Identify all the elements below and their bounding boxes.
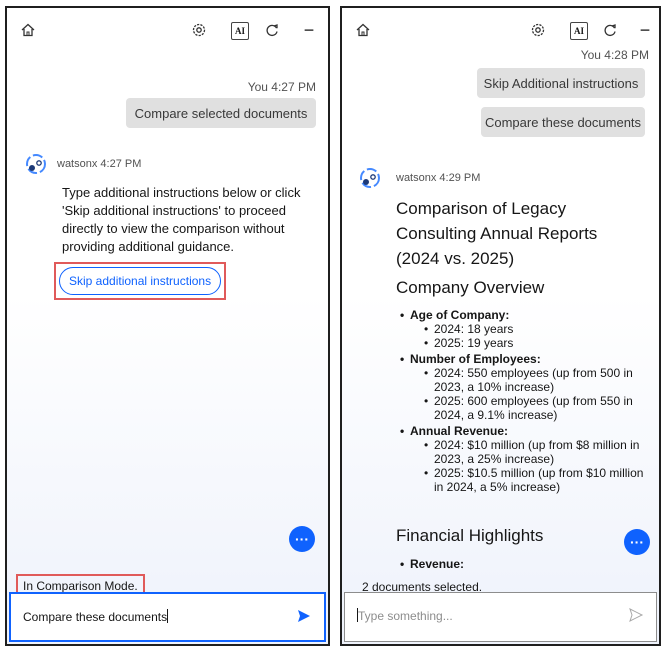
user-timestamp: You 4:27 PM xyxy=(247,80,316,94)
top-bar: AI − xyxy=(7,8,328,52)
ai-icon[interactable]: AI xyxy=(570,22,588,40)
refresh-icon[interactable] xyxy=(261,19,283,41)
user-message-text: Compare selected documents xyxy=(134,105,308,121)
watsonx-avatar-icon xyxy=(360,168,380,188)
top-bar: AI − xyxy=(342,8,659,52)
section-heading-financial-highlights: Financial Highlights xyxy=(396,526,544,545)
bot-name-timestamp: watsonx 4:27 PM xyxy=(57,158,142,170)
report-title-line: Consulting Annual Reports xyxy=(396,224,598,243)
home-icon[interactable] xyxy=(352,19,374,41)
skip-additional-instructions-button[interactable]: Skip additional instructions xyxy=(59,267,222,295)
company-overview-list: Age of Company: 2024: 18 years 2025: 19 … xyxy=(398,306,656,494)
text-cursor xyxy=(167,609,169,623)
list-subitem: 2024: $10 million (up from $8 million in… xyxy=(412,438,656,466)
user-message-text: Skip Additional instructions xyxy=(483,75,639,91)
list-subitem: 2024: 550 employees (up from 500 in 2023… xyxy=(412,366,656,394)
user-timestamp: You 4:28 PM xyxy=(580,48,649,62)
list-subitem: 2024: 18 years xyxy=(412,322,656,336)
section-heading-company-overview: Company Overview xyxy=(396,278,545,297)
chat-input-field[interactable]: Compare these documents xyxy=(9,592,326,642)
bot-message: Type additional instructions below or cl… xyxy=(62,185,301,254)
watsonx-avatar-icon xyxy=(26,154,46,174)
home-icon[interactable] xyxy=(17,19,39,41)
more-options-button[interactable]: ··· xyxy=(624,529,650,555)
bot-name-timestamp: watsonx 4:29 PM xyxy=(396,172,481,184)
more-options-button[interactable]: ··· xyxy=(289,526,315,552)
chat-panel-left: AI − You 4:27 PM Compare selected docume… xyxy=(5,6,330,646)
list-subitem: 2025: $10.5 million (up from $10 million… xyxy=(412,466,656,494)
chat-input-field[interactable]: Type something... xyxy=(344,592,657,642)
chat-input-placeholder[interactable]: Type something... xyxy=(357,608,453,623)
ai-icon[interactable]: AI xyxy=(231,22,249,40)
send-icon[interactable] xyxy=(628,607,644,623)
minimize-icon[interactable]: − xyxy=(634,19,656,41)
list-item: Age of Company: xyxy=(398,308,656,322)
user-message-bubble: Compare selected documents xyxy=(126,98,316,128)
chat-panel-right: AI − You 4:28 PM Skip Additional instruc… xyxy=(340,6,661,646)
list-item: Number of Employees: xyxy=(398,352,656,366)
list-item: Revenue: xyxy=(398,557,464,571)
settings-icon[interactable] xyxy=(188,19,210,41)
financial-list: Revenue: xyxy=(398,555,464,571)
report-title-line: (2024 vs. 2025) xyxy=(396,249,515,268)
minimize-icon[interactable]: − xyxy=(298,19,320,41)
list-subitem: 2025: 600 employees (up from 550 in 2024… xyxy=(412,394,656,422)
user-message-bubble: Skip Additional instructions xyxy=(477,68,645,98)
send-icon[interactable] xyxy=(296,608,312,624)
list-item: Annual Revenue: xyxy=(398,424,656,438)
user-message-bubble: Compare these documents xyxy=(481,107,645,137)
report-title-line: Comparison of Legacy xyxy=(396,199,567,218)
chat-input-value[interactable]: Compare these documents xyxy=(23,609,169,624)
refresh-icon[interactable] xyxy=(599,19,621,41)
settings-icon[interactable] xyxy=(527,19,549,41)
report-title: Comparison of Legacy Consulting Annual R… xyxy=(396,196,597,271)
user-message-text: Compare these documents xyxy=(484,114,642,130)
skip-highlight-box: Skip additional instructions xyxy=(54,262,227,300)
list-subitem: 2025: 19 years xyxy=(412,336,656,350)
